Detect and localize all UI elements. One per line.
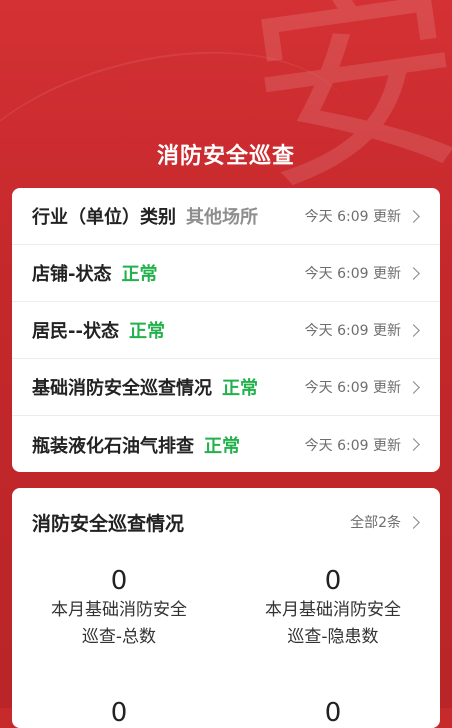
status-row-basic-fire-inspection[interactable]: 基础消防安全巡查情况 正常 今天 6:09 更新 bbox=[12, 359, 440, 416]
row-label: 基础消防安全巡查情况 bbox=[32, 378, 212, 399]
row-value: 正常 bbox=[204, 435, 240, 457]
stat-item[interactable]: 0 bbox=[12, 688, 226, 728]
status-card: 行业（单位）类别 其他场所 今天 6:09 更新 店铺-状态 正常 今天 6:0… bbox=[12, 188, 440, 472]
stat-label-line2: 巡查-总数 bbox=[81, 627, 157, 647]
row-updated-time: 今天 6:09 更新 bbox=[304, 266, 401, 282]
stat-total-inspections[interactable]: 0 本月基础消防安全 巡查-总数 bbox=[12, 556, 226, 650]
card-title: 消防安全巡查情况 bbox=[32, 512, 185, 535]
stat-value: 0 bbox=[110, 566, 128, 596]
stats-grid: 0 本月基础消防安全 巡查-总数 0 本月基础消防安全 巡查-隐患数 0 0 bbox=[12, 556, 440, 728]
row-value: 其他场所 bbox=[186, 207, 258, 228]
view-all-link[interactable]: 全部2条 bbox=[350, 512, 401, 532]
chevron-right-icon bbox=[407, 209, 420, 223]
stat-label-line1: 本月基础消防安全 bbox=[265, 600, 401, 620]
row-updated-time: 今天 6:09 更新 bbox=[304, 209, 401, 225]
status-row-resident-status[interactable]: 居民--状态 正常 今天 6:09 更新 bbox=[12, 302, 440, 359]
row-updated-time: 今天 6:09 更新 bbox=[304, 380, 401, 396]
page-title: 消防安全巡查 bbox=[156, 144, 295, 169]
row-updated-time: 今天 6:09 更新 bbox=[304, 323, 401, 339]
row-label: 店铺-状态 bbox=[32, 264, 112, 285]
row-label: 居民--状态 bbox=[32, 321, 119, 342]
row-value: 正常 bbox=[121, 264, 158, 285]
row-label: 瓶装液化石油气排查 bbox=[32, 435, 194, 457]
inspection-summary-card: 消防安全巡查情况 全部2条 0 本月基础消防安全 巡查-总数 0 本月基础消防安… bbox=[12, 488, 440, 728]
chevron-right-icon[interactable] bbox=[407, 515, 420, 529]
status-row-industry-category[interactable]: 行业（单位）类别 其他场所 今天 6:09 更新 bbox=[12, 188, 440, 245]
chevron-right-icon bbox=[407, 438, 420, 451]
background-watermark-char: 安 bbox=[235, 0, 452, 223]
stat-hazard-count[interactable]: 0 本月基础消防安全 巡查-隐患数 bbox=[226, 556, 440, 650]
stat-label-line2: 巡查-隐患数 bbox=[287, 627, 379, 647]
row-value: 正常 bbox=[128, 321, 165, 342]
stat-value: 0 bbox=[324, 698, 342, 728]
stat-value: 0 bbox=[110, 698, 128, 728]
stat-value: 0 bbox=[324, 566, 342, 596]
row-updated-time: 今天 6:09 更新 bbox=[304, 437, 401, 454]
row-value: 正常 bbox=[222, 378, 258, 399]
status-row-shop-status[interactable]: 店铺-状态 正常 今天 6:09 更新 bbox=[12, 245, 440, 302]
row-label: 行业（单位）类别 bbox=[32, 207, 176, 228]
chevron-right-icon bbox=[407, 380, 420, 394]
stat-item[interactable]: 0 bbox=[226, 688, 440, 728]
chevron-right-icon bbox=[407, 323, 420, 337]
status-row-lpg-check[interactable]: 瓶装液化石油气排查 正常 今天 6:09 更新 bbox=[12, 416, 440, 472]
stat-label-line1: 本月基础消防安全 bbox=[51, 600, 187, 620]
chevron-right-icon bbox=[407, 266, 420, 280]
card-header: 消防安全巡查情况 全部2条 bbox=[12, 488, 440, 556]
